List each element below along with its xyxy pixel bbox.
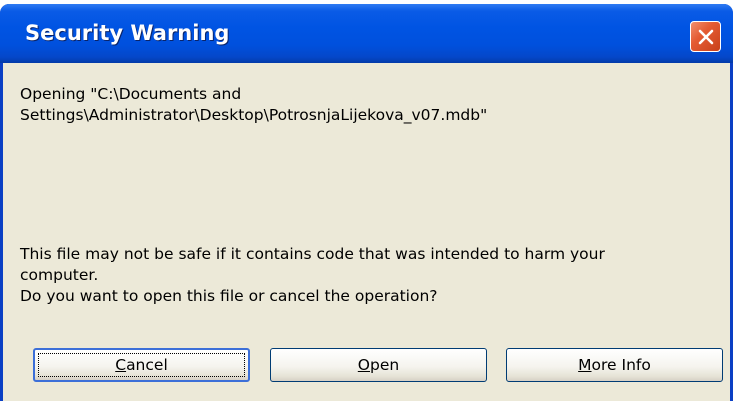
cancel-label-rest: ancel: [126, 356, 168, 374]
warning-message: This file may not be safe if it contains…: [20, 244, 720, 307]
more-info-mnemonic: M: [578, 356, 592, 374]
title-bar[interactable]: Security Warning: [0, 4, 733, 63]
file-path-message: Opening "C:\Documents and Settings\Admin…: [20, 85, 488, 124]
warning-line-1: This file may not be safe if it contains…: [20, 245, 605, 263]
warning-line-2: computer.: [20, 266, 99, 284]
cancel-mnemonic: C: [115, 356, 127, 374]
screen: Security Warning Opening "C:\Documents a…: [0, 0, 733, 401]
more-info-button[interactable]: More Info: [506, 348, 723, 382]
open-mnemonic: O: [357, 356, 370, 374]
more-info-label-rest: ore Info: [591, 356, 651, 374]
security-warning-dialog: Security Warning Opening "C:\Documents a…: [0, 4, 733, 401]
open-label-rest: pen: [370, 356, 400, 374]
close-x-icon: [698, 29, 714, 45]
cancel-button[interactable]: Cancel: [33, 348, 250, 382]
dialog-title: Security Warning: [25, 21, 230, 45]
open-button[interactable]: Open: [270, 348, 487, 382]
dialog-body: Opening "C:\Documents and Settings\Admin…: [3, 63, 730, 401]
warning-line-3: Do you want to open this file or cancel …: [20, 287, 438, 305]
close-button[interactable]: [690, 21, 721, 52]
